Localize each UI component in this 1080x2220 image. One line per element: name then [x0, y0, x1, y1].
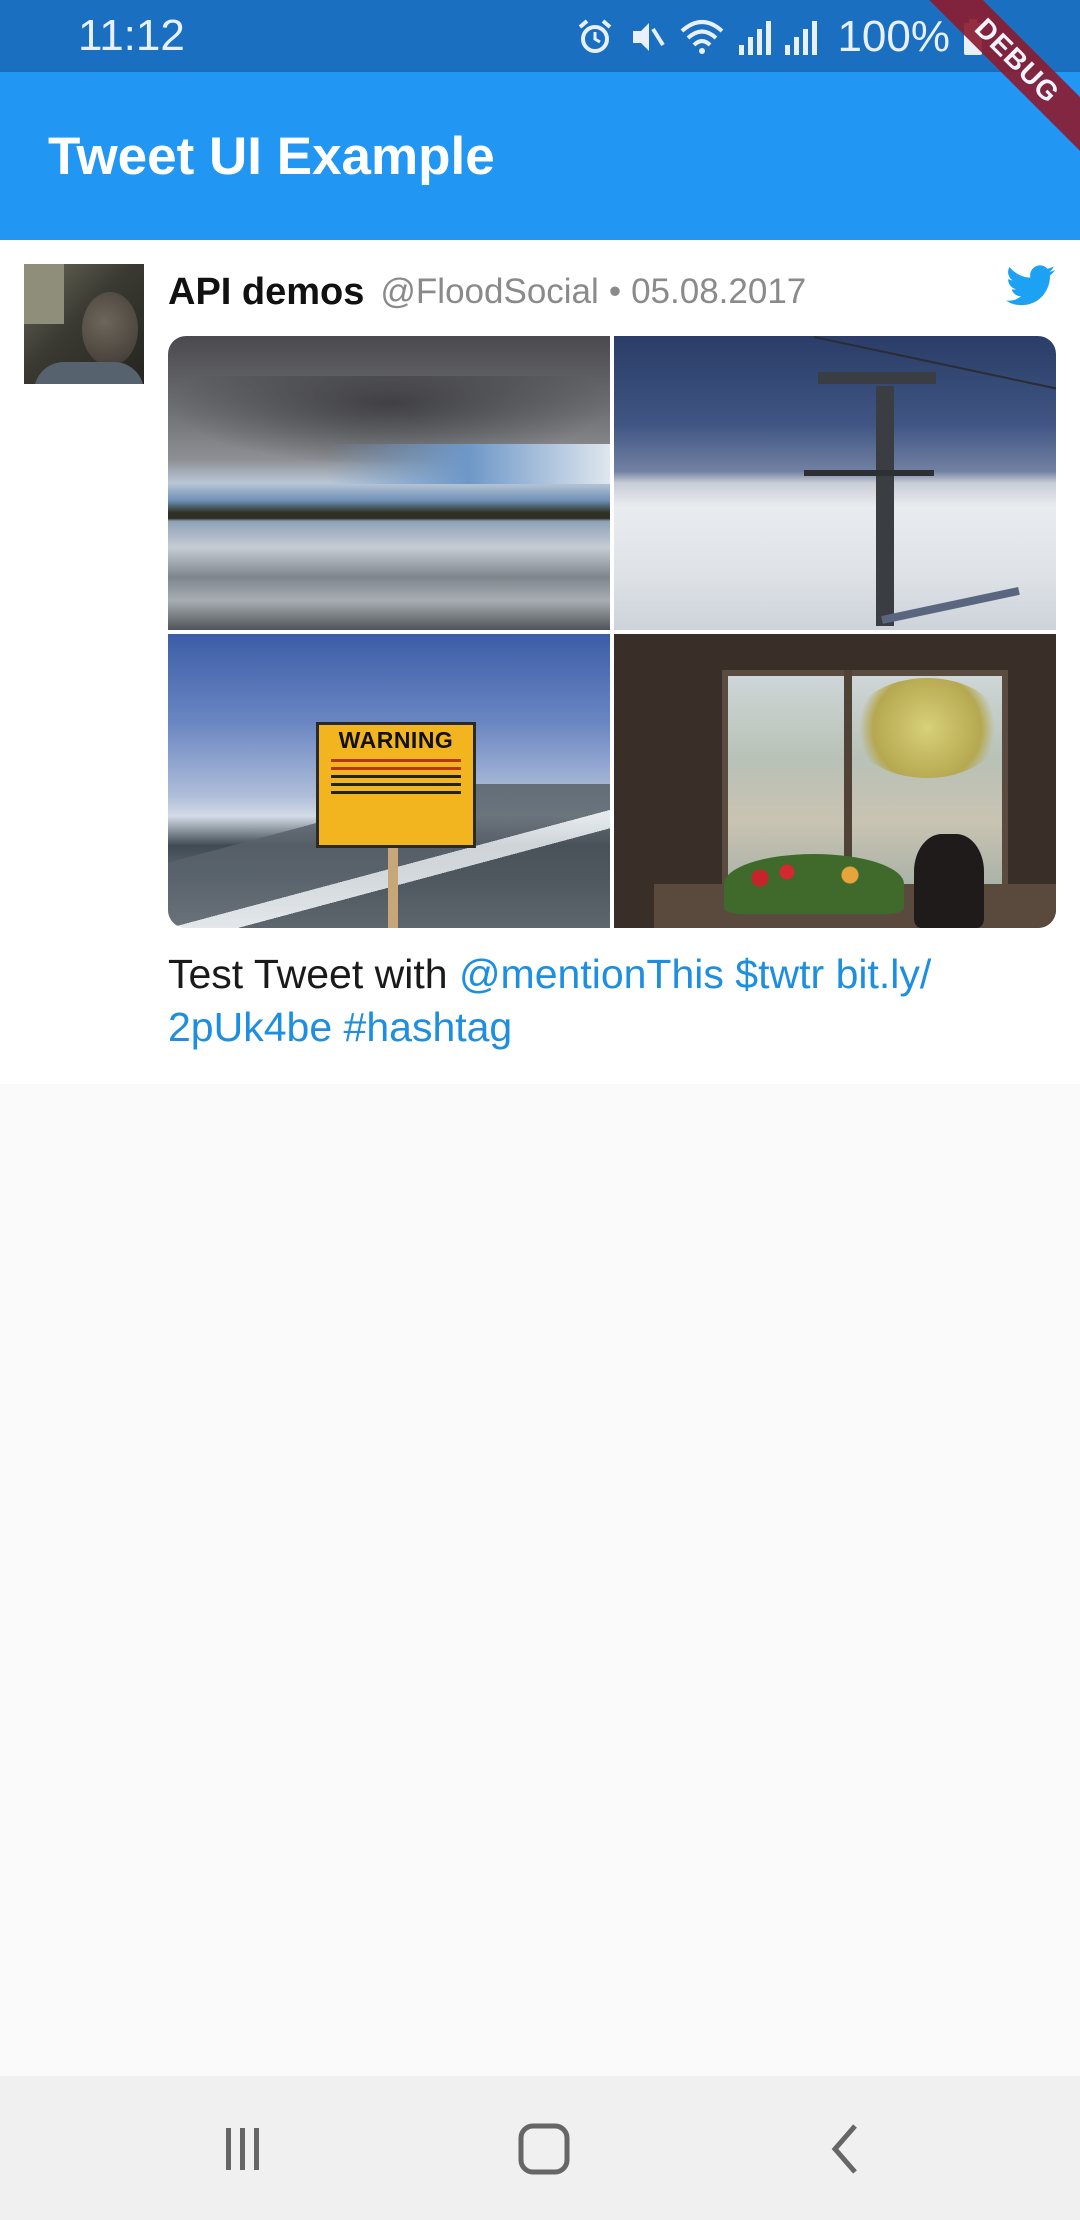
mute-icon: [633, 23, 666, 51]
back-icon: [831, 2124, 857, 2174]
recent-apps-icon: [226, 2128, 259, 2170]
signal-icon: [785, 21, 818, 55]
status-icons: 100%: [575, 12, 984, 62]
app-title: Tweet UI Example: [48, 127, 495, 186]
status-bar: 11:12 100%: [0, 0, 1080, 72]
ski-lift-photo[interactable]: [614, 336, 1056, 630]
warning-sign: WARNING: [316, 722, 476, 848]
back-button[interactable]: [810, 2114, 880, 2184]
cat-window-photo[interactable]: [614, 634, 1056, 928]
cashtag-link[interactable]: $twtr: [735, 951, 824, 997]
hashtag-link[interactable]: #hashtag: [344, 1004, 513, 1050]
tweet-text: Test Tweet with @mentionThis $twtr bit.l…: [168, 948, 1048, 1054]
app-bar: Tweet UI Example: [0, 72, 1080, 240]
recent-apps-button[interactable]: [208, 2114, 278, 2184]
tweet-date: 05.08.2017: [631, 272, 807, 311]
wifi-icon: [681, 20, 724, 54]
warning-sign-photo[interactable]: WARNING: [168, 634, 610, 928]
author-handle[interactable]: @FloodSocial: [380, 272, 598, 312]
tweet-text-plain: Test Tweet with: [168, 951, 459, 997]
tweet-header: API demos @FloodSocial • 05.08.2017: [168, 264, 806, 320]
lake-photo[interactable]: [168, 336, 610, 630]
status-time: 11:12: [78, 11, 185, 60]
home-icon: [518, 2123, 570, 2175]
author-name[interactable]: API demos: [168, 271, 364, 314]
twitter-logo-icon[interactable]: [1006, 264, 1056, 308]
signal-icon: [739, 21, 772, 55]
warning-sign-title: WARNING: [338, 727, 454, 753]
navigation-bar: [0, 2076, 1080, 2220]
alarm-icon: [579, 19, 612, 53]
tweet-card[interactable]: API demos @FloodSocial • 05.08.2017 WARN…: [0, 240, 1080, 1084]
media-grid: WARNING: [168, 336, 1056, 928]
home-button[interactable]: [509, 2114, 579, 2184]
mention-link[interactable]: @mentionThis: [459, 951, 724, 997]
battery-percentage: 100%: [837, 12, 950, 61]
avatar[interactable]: [24, 264, 144, 384]
separator-dot: •: [608, 272, 622, 311]
